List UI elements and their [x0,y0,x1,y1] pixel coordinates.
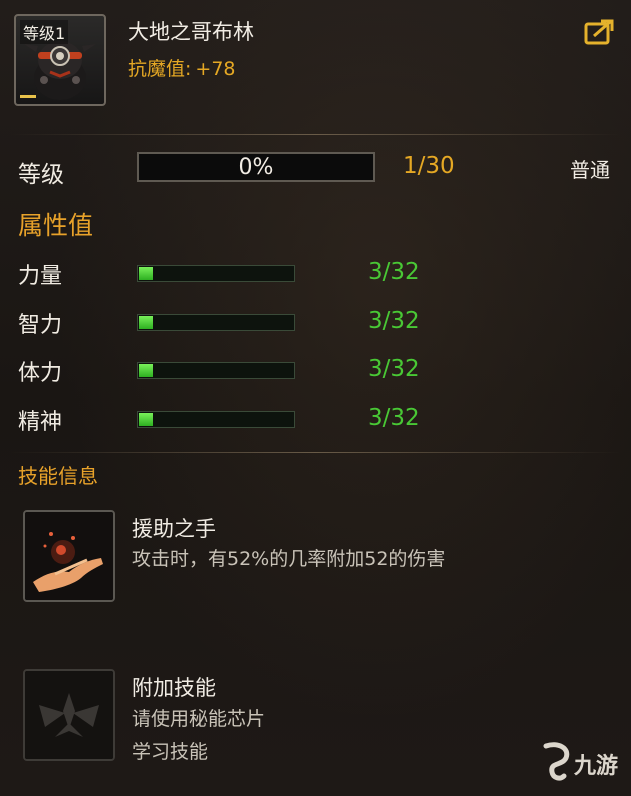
skill-name: 援助之手 [132,517,216,541]
attribute-bar [137,265,295,282]
share-icon [584,19,614,45]
attribute-name: 精神 [18,410,63,435]
attributes-title: 属性值 [18,211,94,240]
header-divider [10,134,621,135]
attribute-row-stamina: 体力 3/32 [18,355,438,391]
attribute-bar-fill [139,364,153,377]
attribute-bar-fill [139,316,153,329]
pet-info-panel: 等级1 大地之哥布林 抗魔值: +78 等级 0% 1/30 普通 属性值 力量 … [0,0,631,796]
attribute-name: 智力 [18,313,63,338]
skill-description: 攻击时，有52%的几率附加52的伤害 [132,548,446,570]
watermark-logo-icon [543,742,570,781]
level-label: 等级 [18,162,64,188]
attribute-row-spirit: 精神 3/32 [18,404,438,440]
skill-slot-helping-hand[interactable] [23,510,115,602]
skills-title: 技能信息 [18,464,98,488]
skill-description-line-2: 学习技能 [132,741,209,763]
portrait-rarity-bar [20,95,36,98]
skills-divider [10,452,621,453]
attribute-value: 3/32 [368,405,420,431]
quality-label: 普通 [570,158,610,182]
attribute-row-intelligence: 智力 3/32 [18,307,438,343]
share-button[interactable] [584,18,616,46]
attribute-bar [137,362,295,379]
skill-description-line-1: 请使用秘能芯片 [132,708,266,730]
attribute-row-strength: 力量 3/32 [18,258,438,294]
attribute-bar-fill [139,267,153,280]
helping-hand-icon [25,512,113,600]
attribute-bar-fill [139,413,153,426]
magic-resist-line: 抗魔值: +78 [128,54,240,81]
attribute-bar [137,314,295,331]
watermark-text: 九游 [574,754,619,779]
portrait-level-tag: 等级1 [20,20,69,44]
attribute-value: 3/32 [368,356,420,382]
pet-portrait[interactable]: 等级1 [14,14,106,106]
level-count: 1/30 [403,153,455,179]
attribute-value: 3/32 [368,308,420,334]
level-progress-bar: 0% [137,152,375,182]
pet-name: 大地之哥布林 [128,20,254,44]
site-watermark: 九游 [540,742,626,786]
magic-resist-value: +78 [195,58,236,80]
attribute-name: 力量 [18,264,63,289]
skill-name: 附加技能 [132,676,216,700]
skill-slot-extra[interactable] [23,669,115,761]
attribute-bar [137,411,295,428]
level-progress-text: 0% [238,154,274,180]
attribute-name: 体力 [18,361,63,386]
attribute-value: 3/32 [368,259,420,285]
empty-skill-emblem-icon [25,671,113,759]
magic-resist-label: 抗魔值: [128,58,192,80]
